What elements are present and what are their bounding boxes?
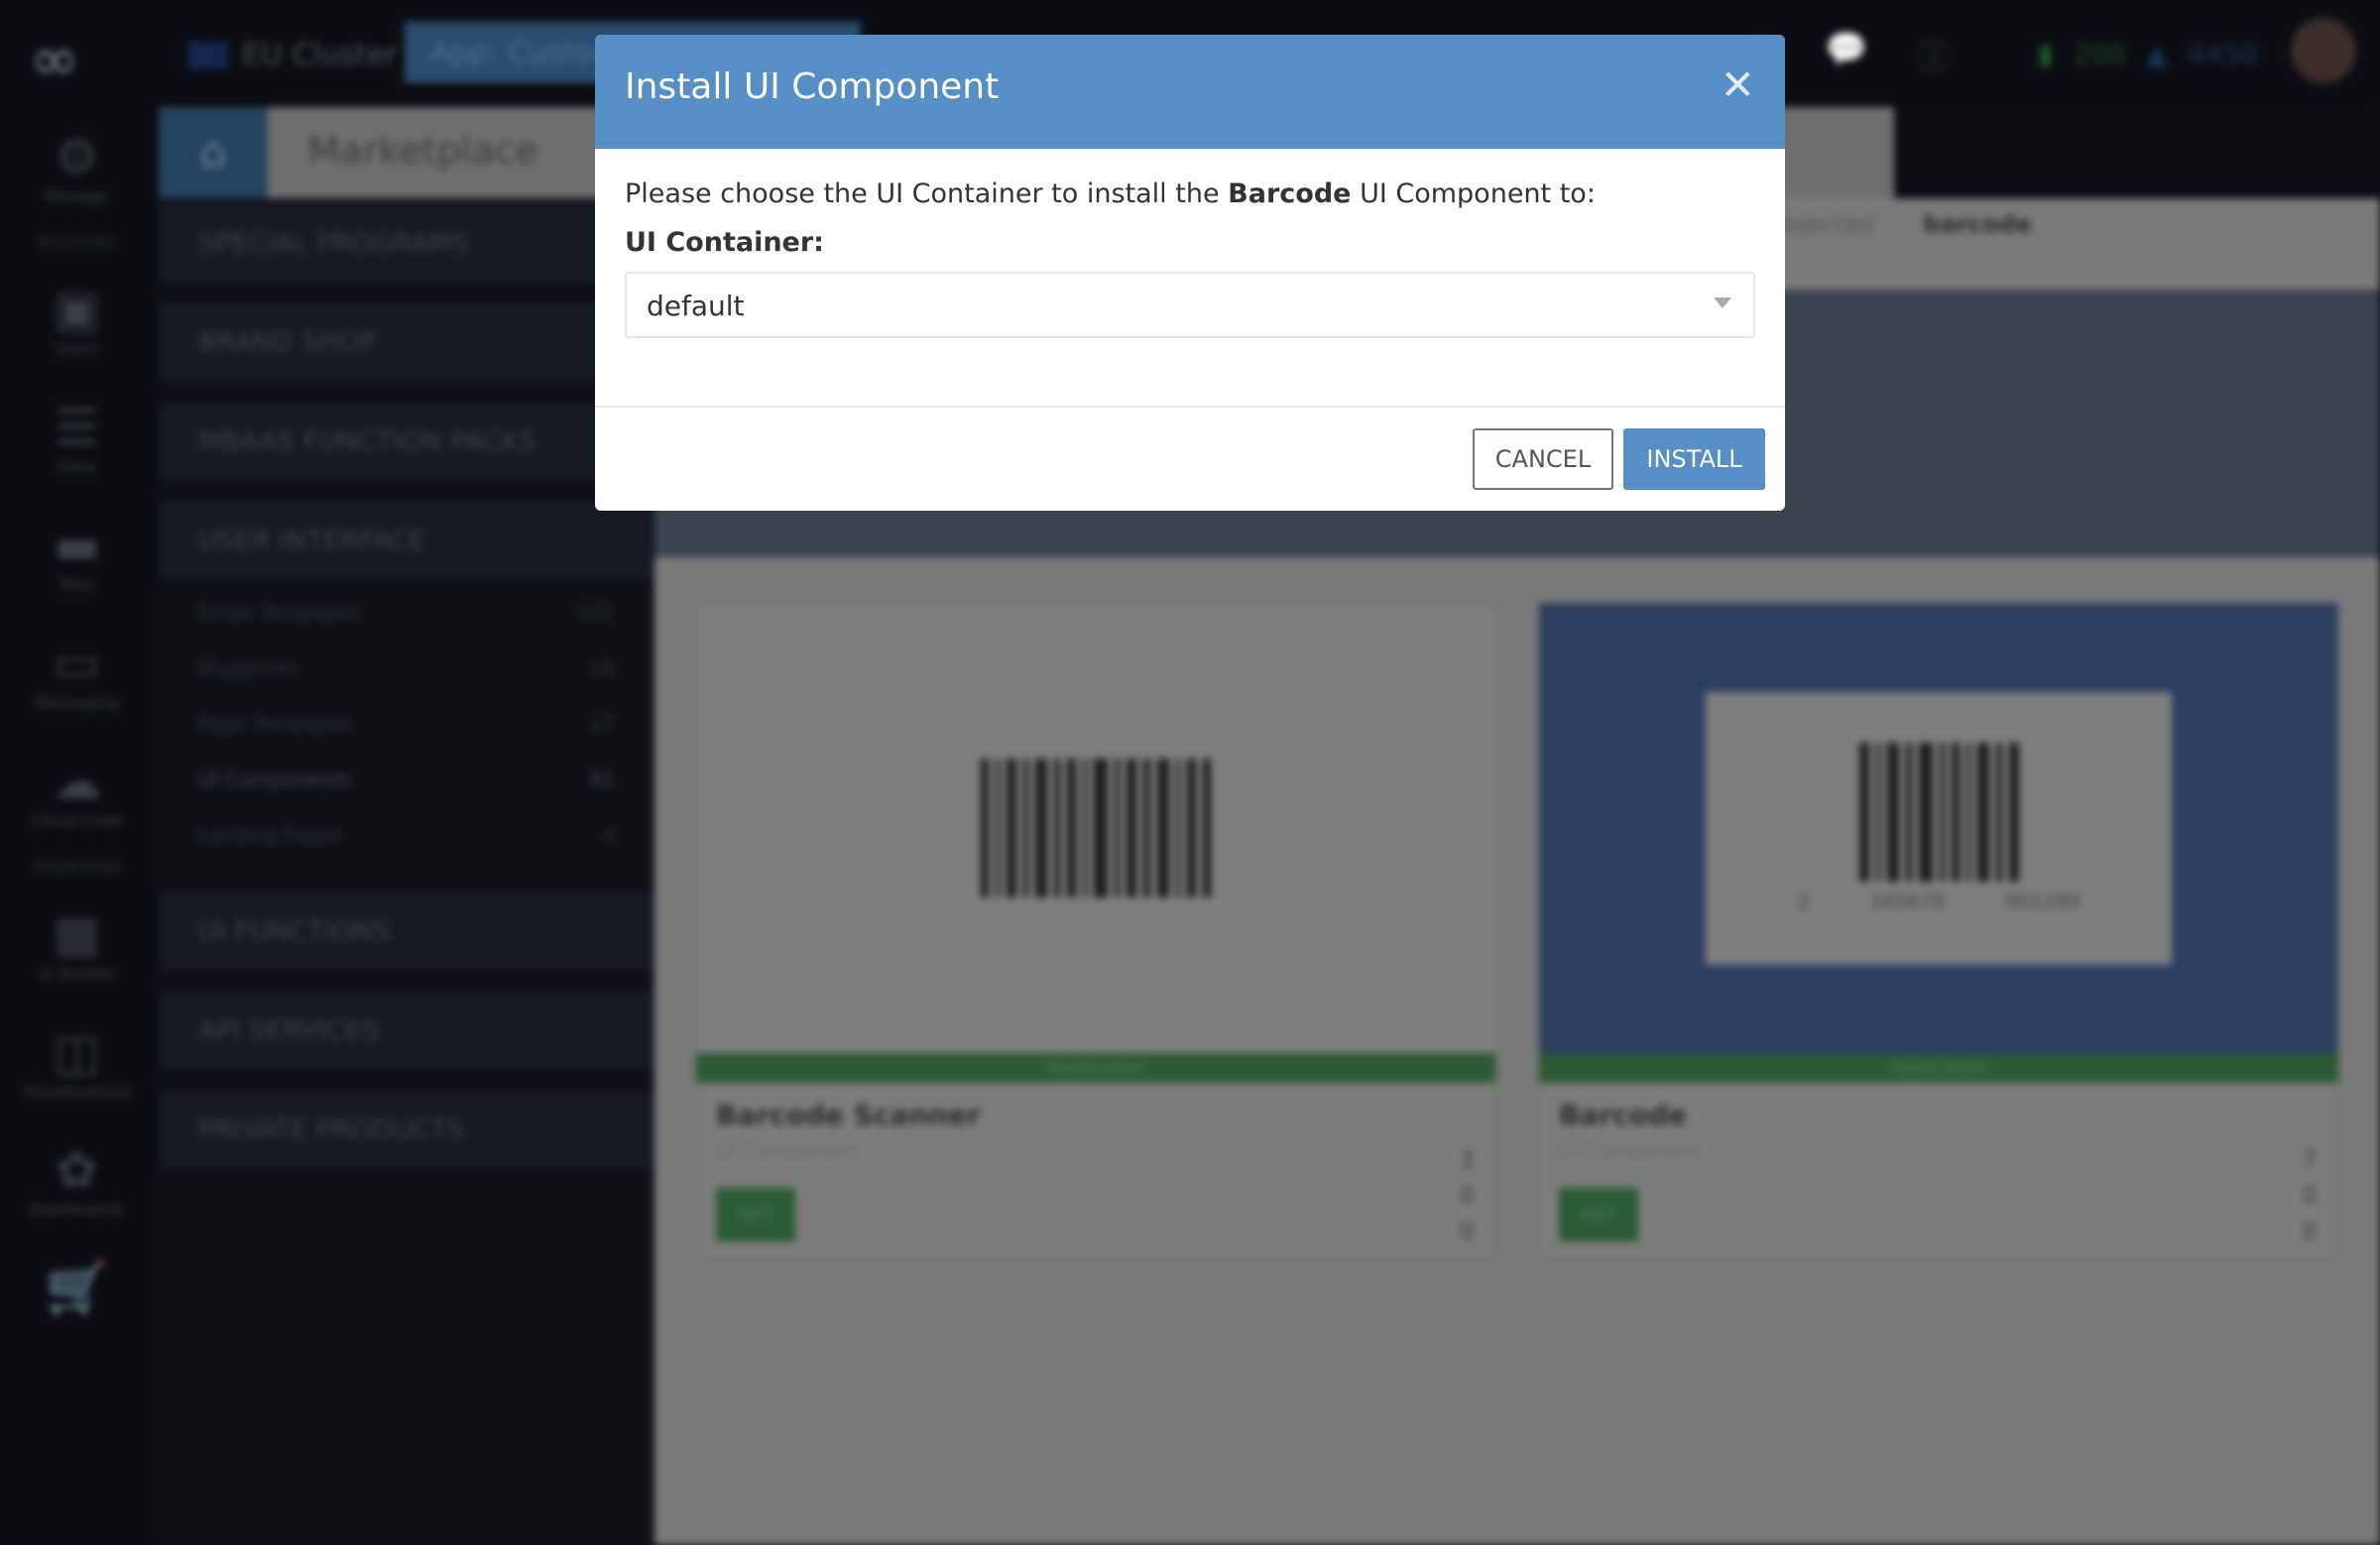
dialog-message: Please choose the UI Container to instal… <box>625 178 1755 209</box>
install-ui-component-dialog: Install UI Component ✕ Please choose the… <box>595 35 1785 511</box>
dialog-header: Install UI Component ✕ <box>595 35 1785 149</box>
install-button[interactable]: INSTALL <box>1623 428 1765 490</box>
ui-container-label: UI Container: <box>625 227 824 258</box>
dialog-title: Install UI Component <box>625 66 1000 107</box>
component-name: Barcode <box>1228 178 1352 209</box>
cancel-button[interactable]: CANCEL <box>1473 428 1613 490</box>
message-text: UI Component to: <box>1351 178 1596 209</box>
ui-container-select[interactable]: default <box>625 272 1755 338</box>
chevron-down-icon <box>1714 297 1731 308</box>
message-text: Please choose the UI Container to instal… <box>625 178 1229 209</box>
divider <box>595 406 1785 408</box>
selected-value: default <box>647 290 745 322</box>
close-icon[interactable]: ✕ <box>1721 64 1755 106</box>
